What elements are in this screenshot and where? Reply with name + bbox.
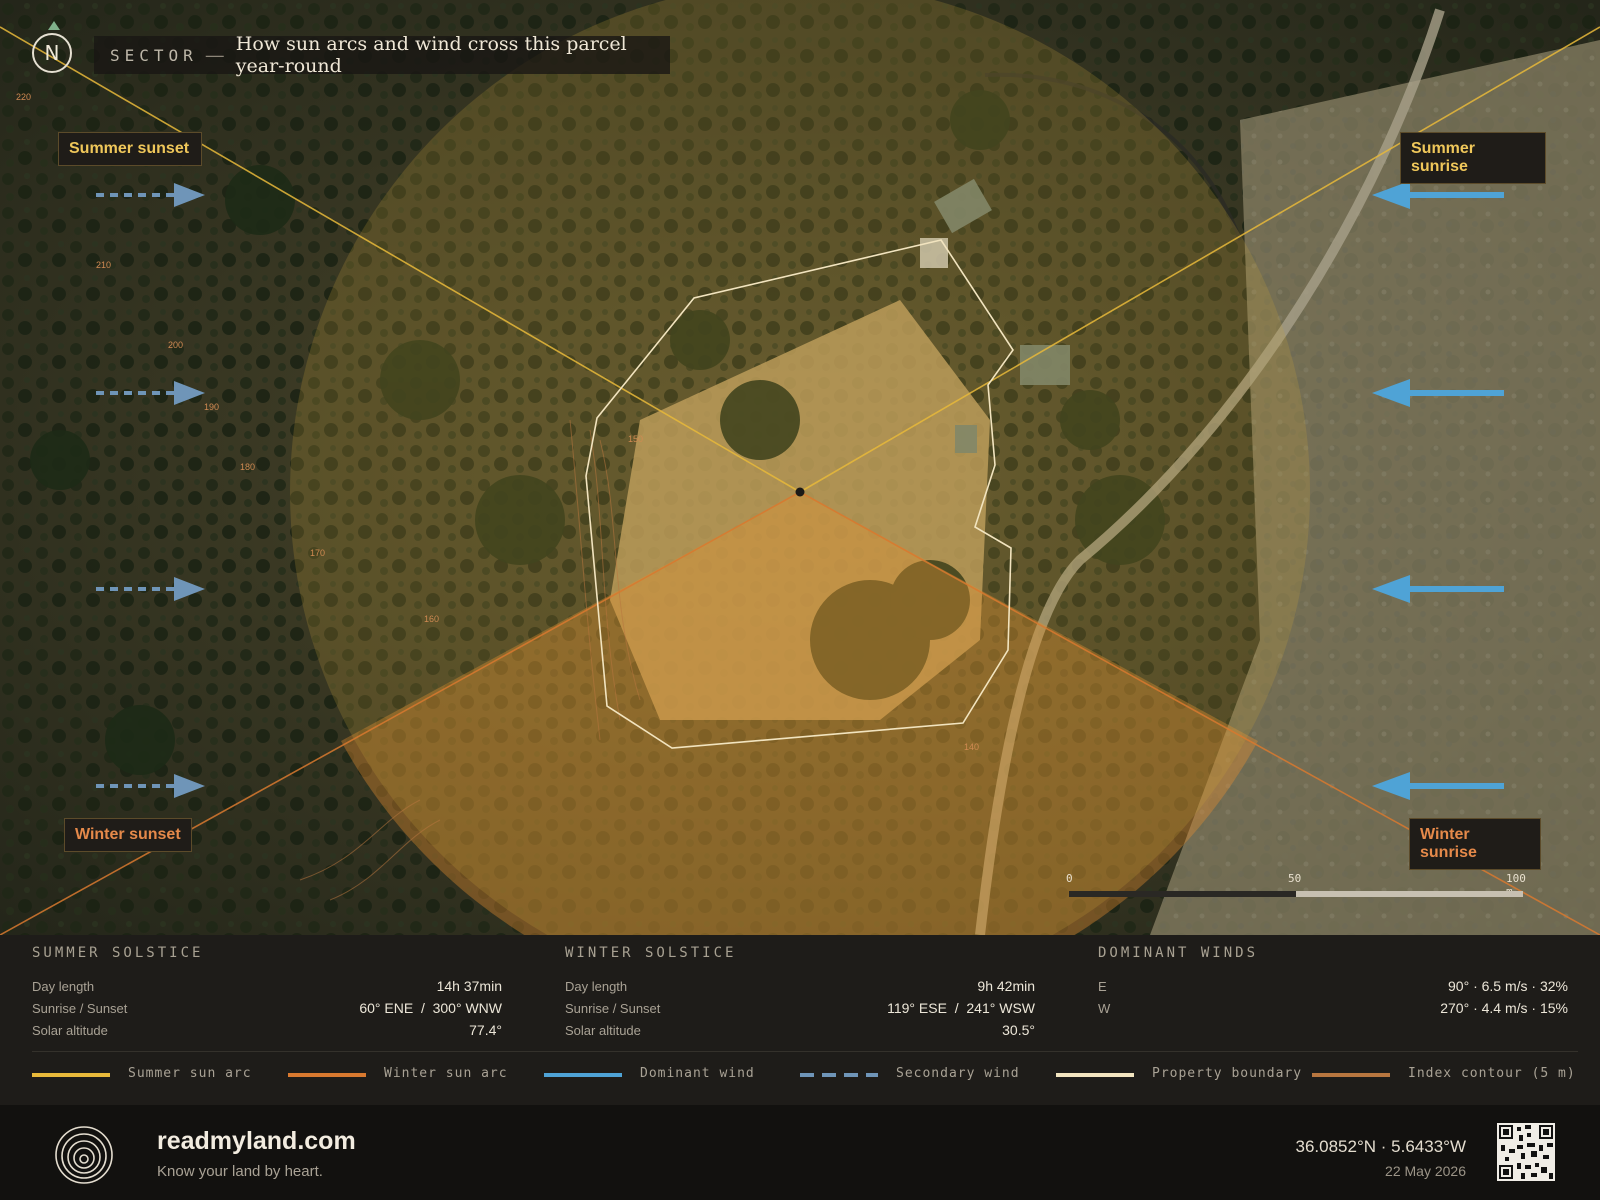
legend-contour-swatch (1312, 1073, 1390, 1077)
stat-value: 14h 37min (436, 978, 502, 994)
stat-row: Sunrise / Sunset 119° ESE / 241° WSW (565, 997, 1035, 1019)
stat-row: Solar altitude 77.4° (32, 1019, 502, 1041)
north-letter: N (44, 41, 60, 65)
stat-key: E (1098, 978, 1107, 994)
qr-code-icon[interactable] (1497, 1123, 1555, 1181)
contour-label: 180 (240, 462, 255, 472)
sun-arc-circle (290, 0, 1310, 935)
sector-map[interactable]: 220 210 200 190 180 170 160 150 140 N SE… (0, 0, 1600, 935)
scale-bar-dark-segment (1069, 891, 1296, 897)
contour-label: 170 (310, 548, 325, 558)
north-compass: N (32, 33, 72, 73)
brand-name-link[interactable]: readmyland.com (157, 1127, 356, 1156)
legend-summer-arc-label: Summer sun arc (128, 1066, 252, 1081)
contour-label: 150 (628, 434, 643, 444)
stat-row: E 90° · 6.5 m/s · 32% (1098, 975, 1568, 997)
map-title-bar: SECTOR — How sun arcs and wind cross thi… (94, 33, 670, 77)
summer-sunset-label: Summer sunset (58, 132, 202, 166)
legend-secondary-wind-swatch (800, 1073, 878, 1077)
contour-label: 220 (16, 92, 31, 102)
legend-boundary-swatch (1056, 1073, 1134, 1077)
scale-bar-light-segment (1296, 891, 1523, 897)
stats-panel: SUMMER SOLSTICE Day length 14h 37min Sunr… (0, 935, 1600, 1105)
contour-label: 140 (964, 742, 979, 752)
legend-winter-arc-swatch (288, 1073, 366, 1077)
stat-row: Day length 9h 42min (565, 975, 1035, 997)
legend-summer-arc-swatch (32, 1073, 110, 1077)
stat-value: 119° ESE / 241° WSW (887, 1000, 1035, 1016)
fingerprint-logo-icon[interactable] (54, 1125, 114, 1185)
stat-key: Solar altitude (565, 1022, 641, 1038)
north-arrow-icon (48, 21, 60, 30)
stat-value: 30.5° (1002, 1022, 1035, 1038)
stat-value: 270° · 4.4 m/s · 15% (1440, 1000, 1568, 1016)
location-coordinates: 36.0852°N · 5.6433°W (1295, 1137, 1466, 1156)
stat-row: Solar altitude 30.5° (565, 1019, 1035, 1041)
stat-key: Sunrise / Sunset (32, 1000, 128, 1016)
summer-sunrise-label: Summer sunrise (1400, 132, 1546, 184)
summer-solstice-section: SUMMER SOLSTICE Day length 14h 37min Sunr… (32, 945, 502, 1041)
legend-secondary-wind-label: Secondary wind (896, 1066, 1020, 1081)
scale-label-mid: 50 (1288, 872, 1302, 885)
legend-dominant-wind-label: Dominant wind (640, 1066, 755, 1081)
stat-key: W (1098, 1000, 1111, 1016)
stat-value: 90° · 6.5 m/s · 32% (1448, 978, 1568, 994)
winter-heading: WINTER SOLSTICE (565, 945, 737, 961)
stat-value: 9h 42min (977, 978, 1035, 994)
winter-sunset-label: Winter sunset (64, 818, 192, 852)
legend-boundary-label: Property boundary (1152, 1066, 1303, 1081)
footer: readmyland.com Know your land by heart. … (0, 1105, 1600, 1200)
dominant-winds-section: DOMINANT WINDS E 90° · 6.5 m/s · 32% W 270… (1098, 945, 1568, 1019)
parcel-center-point[interactable] (795, 487, 805, 497)
winter-solstice-section: WINTER SOLSTICE Day length 9h 42min Sunri… (565, 945, 1035, 1041)
stat-value: 60° ENE / 300° WNW (359, 1000, 502, 1016)
map-title: How sun arcs and wind cross this parcel … (235, 33, 627, 77)
legend-dominant-wind-swatch (544, 1073, 622, 1077)
map-tag: SECTOR (110, 45, 198, 65)
title-separator: — (205, 44, 224, 65)
stat-value: 77.4° (469, 1022, 502, 1038)
contour-label: 200 (168, 340, 183, 350)
summer-heading: SUMMER SOLSTICE (32, 945, 204, 961)
stats-divider (32, 1051, 1578, 1052)
scale-bar: 0 50 100 m (1066, 872, 1526, 912)
legend-winter-arc-label: Winter sun arc (384, 1066, 508, 1081)
stat-key: Day length (32, 978, 95, 994)
legend-contour-label: Index contour (5 m) (1408, 1066, 1576, 1081)
stat-key: Day length (565, 978, 628, 994)
stat-key: Sunrise / Sunset (565, 1000, 661, 1016)
stat-row: Day length 14h 37min (32, 975, 502, 997)
stat-row: Sunrise / Sunset 60° ENE / 300° WNW (32, 997, 502, 1019)
map-date: 22 May 2026 (1385, 1163, 1466, 1179)
scale-label-zero: 0 (1066, 872, 1073, 885)
stat-row: W 270° · 4.4 m/s · 15% (1098, 997, 1568, 1019)
map-legend: Summer sun arc Winter sun arc Dominant w… (32, 1063, 1592, 1087)
stat-key: Solar altitude (32, 1022, 108, 1038)
winter-sunrise-label: Winter sunrise (1409, 818, 1541, 870)
aerial-imagery: 220 210 200 190 180 170 160 150 140 (0, 0, 1600, 935)
contour-label: 210 (96, 260, 111, 270)
contour-label: 160 (424, 614, 439, 624)
contour-label: 190 (204, 402, 219, 412)
winds-heading: DOMINANT WINDS (1098, 945, 1259, 961)
brand-tagline: Know your land by heart. (157, 1163, 323, 1180)
